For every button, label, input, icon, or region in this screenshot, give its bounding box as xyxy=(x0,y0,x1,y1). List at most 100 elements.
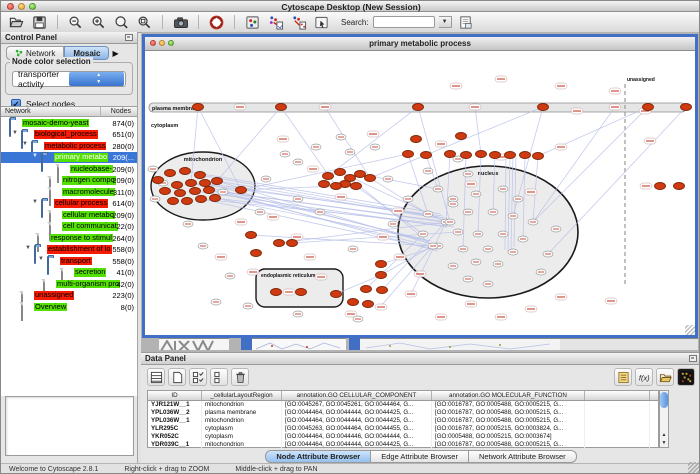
network-node-selected[interactable] xyxy=(200,180,211,187)
network-node-selected[interactable] xyxy=(160,188,171,195)
network-node-selected[interactable] xyxy=(411,136,422,143)
table-scrollbar[interactable]: ▲ ▼ xyxy=(659,390,669,448)
save-icon[interactable] xyxy=(30,14,49,31)
select-attributes-icon[interactable] xyxy=(189,368,207,386)
network-node-selected[interactable] xyxy=(505,152,516,159)
import-attributes-icon[interactable] xyxy=(656,368,674,386)
matrix-view-icon[interactable] xyxy=(677,368,695,386)
network-node-selected[interactable] xyxy=(210,195,221,202)
tab-overflow-icon[interactable]: ▶ xyxy=(112,49,118,58)
network-node-selected[interactable] xyxy=(421,152,432,159)
node-color-dropdown[interactable]: transporter activity ▲▼ xyxy=(12,71,126,87)
network-node-selected[interactable] xyxy=(190,188,201,195)
tree-row[interactable]: unassigned223(0) xyxy=(1,290,137,302)
network-node-selected[interactable] xyxy=(212,178,223,185)
attribute-list-icon[interactable] xyxy=(614,368,632,386)
tree-row[interactable]: ▼cellular process614(0) xyxy=(1,198,137,210)
tree-row[interactable]: secretion41(0) xyxy=(1,267,137,279)
function-builder-icon[interactable]: f(x) xyxy=(635,368,653,386)
network-node-selected[interactable] xyxy=(533,153,544,160)
network-node-selected[interactable] xyxy=(319,181,330,188)
network-node-selected[interactable] xyxy=(355,171,366,178)
expander-icon[interactable]: ▼ xyxy=(32,199,38,205)
attribute-table-header[interactable]: ID_cellularLayoutRegionannotation.GO CEL… xyxy=(148,391,658,401)
snapshot-icon[interactable] xyxy=(171,14,190,31)
network-node-selected[interactable] xyxy=(348,299,359,306)
zoom-out-icon[interactable] xyxy=(66,14,85,31)
network-node-selected[interactable] xyxy=(331,183,342,190)
expander-icon[interactable]: ▼ xyxy=(38,256,44,262)
network-node-selected[interactable] xyxy=(165,170,176,177)
export-network-icon[interactable] xyxy=(289,14,308,31)
help-icon[interactable] xyxy=(207,14,226,31)
network-node-selected[interactable] xyxy=(271,289,282,296)
open-icon[interactable] xyxy=(7,14,26,31)
network-node-selected[interactable] xyxy=(363,301,374,308)
background-window-edge[interactable] xyxy=(349,338,360,350)
network-node-selected[interactable] xyxy=(196,196,207,203)
network-node-selected[interactable] xyxy=(186,180,197,187)
table-row[interactable]: YKR052Ccytoplasm[GO:0044464, GO:0044446,… xyxy=(148,433,658,441)
network-node-selected[interactable] xyxy=(361,286,372,293)
network-node-selected[interactable] xyxy=(182,198,193,205)
search-input[interactable] xyxy=(373,16,435,28)
network-node-selected[interactable] xyxy=(456,133,467,140)
scrollbar-thumb[interactable] xyxy=(660,392,668,408)
network-node-selected[interactable] xyxy=(276,104,287,111)
network-node-selected[interactable] xyxy=(538,104,549,111)
network-node-selected[interactable] xyxy=(287,240,298,247)
tree-row[interactable]: macromolecule311(0) xyxy=(1,186,137,198)
network-node-selected[interactable] xyxy=(490,152,501,159)
tree-row[interactable]: ▼metabolic process280(0) xyxy=(1,140,137,152)
network-node-selected[interactable] xyxy=(377,287,388,294)
float-panel-icon[interactable] xyxy=(125,34,133,41)
network-node-selected[interactable] xyxy=(674,183,685,190)
network-node-selected[interactable] xyxy=(643,104,654,111)
new-attribute-icon[interactable] xyxy=(168,368,186,386)
unselect-attributes-icon[interactable] xyxy=(210,368,228,386)
tree-row[interactable]: mosaic-demo-yeast874(0) xyxy=(1,117,137,129)
network-node-selected[interactable] xyxy=(655,183,666,190)
tree-row[interactable]: nucleobase-209(0) xyxy=(1,163,137,175)
expander-icon[interactable]: ▼ xyxy=(32,153,38,159)
network-node-selected[interactable] xyxy=(413,104,424,111)
network-node-selected[interactable] xyxy=(520,152,531,159)
network-node-selected[interactable] xyxy=(376,261,387,268)
tree-row[interactable]: ▼establishment of lo558(0) xyxy=(1,244,137,256)
attributes-file-icon[interactable] xyxy=(456,14,475,31)
network-node-selected[interactable] xyxy=(175,190,186,197)
vizmapper-icon[interactable] xyxy=(243,14,262,31)
delete-attribute-icon[interactable] xyxy=(231,368,249,386)
network-node-selected[interactable] xyxy=(274,240,285,247)
network-node-selected[interactable] xyxy=(376,272,387,279)
network-canvas[interactable]: plasma membranecytoplasmmitochondrionnuc… xyxy=(145,51,695,335)
tree-row[interactable]: ▼biological_process651(0) xyxy=(1,129,137,141)
tree-row[interactable]: nitrogen compo209(0) xyxy=(1,175,137,187)
app-resize-grip[interactable] xyxy=(688,462,699,473)
browser-tab[interactable]: Edge Attribute Browser xyxy=(371,450,469,463)
import-network-icon[interactable] xyxy=(266,14,285,31)
network-node-selected[interactable] xyxy=(681,104,692,111)
column-header[interactable]: ID xyxy=(148,391,202,400)
background-window-preview[interactable] xyxy=(159,338,229,350)
scroll-up-icon[interactable]: ▲ xyxy=(660,431,668,439)
column-header[interactable] xyxy=(585,391,650,400)
table-mode-icon[interactable] xyxy=(147,368,165,386)
network-node-selected[interactable] xyxy=(351,183,362,190)
network-node-selected[interactable] xyxy=(335,169,346,176)
zoom-selected-icon[interactable] xyxy=(135,14,154,31)
float-panel-icon[interactable] xyxy=(689,355,697,362)
tree-row[interactable]: ▼transport558(0) xyxy=(1,255,137,267)
network-node-selected[interactable] xyxy=(476,151,487,158)
tree-row[interactable]: response to stimul264(0) xyxy=(1,232,137,244)
network-node-selected[interactable] xyxy=(168,198,179,205)
birds-eye-view[interactable] xyxy=(5,396,134,456)
network-node-selected[interactable] xyxy=(365,175,376,182)
search-dropdown-icon[interactable]: ▼ xyxy=(439,16,452,28)
tree-row[interactable]: Overview8(0) xyxy=(1,301,137,313)
table-row[interactable]: YPL036W__2plasma membrane[GO:0044464, GO… xyxy=(148,409,658,417)
background-window-preview[interactable] xyxy=(560,338,698,350)
browser-tab[interactable]: Network Attribute Browser xyxy=(469,450,577,463)
browser-tab[interactable]: Node Attribute Browser xyxy=(265,450,371,463)
network-node-selected[interactable] xyxy=(172,182,183,189)
